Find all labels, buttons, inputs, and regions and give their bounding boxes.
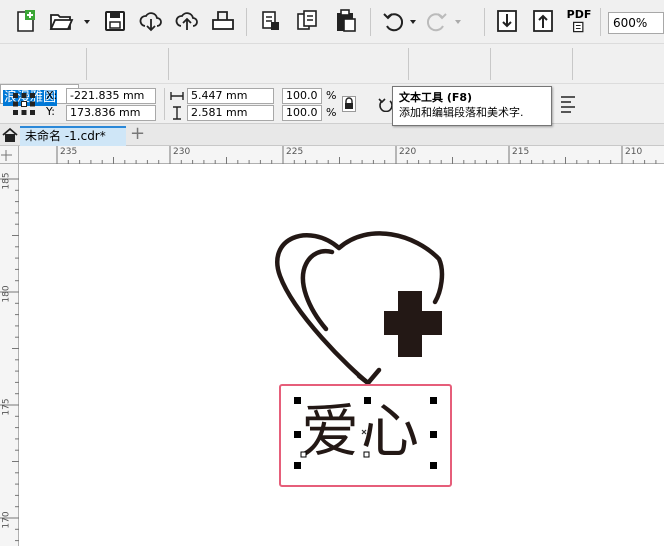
cloud-upload-icon — [175, 12, 198, 30]
ruler-tick-label: 230 — [173, 147, 191, 157]
print-button[interactable] — [208, 6, 238, 36]
heart-tip — [356, 367, 382, 386]
height-field[interactable]: 2.581 mm — [187, 105, 274, 121]
coreldraw-window: PDF 600% X: -221.835 mm Y: 173.836 mm 5.… — [0, 0, 664, 546]
import-arrow-icon — [497, 10, 517, 32]
tooltip-description: 添加和编辑段落和美术字. — [399, 106, 524, 119]
open-button[interactable] — [46, 6, 76, 36]
artwork-text[interactable]: 爱心 — [301, 393, 421, 469]
print-icon — [212, 11, 234, 30]
pdf-label: PDF — [566, 8, 592, 21]
align-icon[interactable] — [560, 94, 576, 114]
toolbox-separator — [490, 48, 491, 80]
scale-x-field[interactable]: 100.0 — [282, 88, 322, 104]
ruler-tick-label: 225 — [286, 147, 304, 157]
reference-point-icon[interactable] — [12, 92, 36, 116]
undo-dropdown-arrow[interactable] — [410, 20, 416, 24]
lock-ratio-button[interactable] — [342, 96, 356, 112]
toolbox-separator — [408, 48, 409, 80]
zoom-level-field[interactable]: 600% — [608, 12, 664, 34]
vertical-ruler[interactable]: 185 180 175 170 — [0, 164, 19, 546]
drawing-canvas[interactable]: 爱心 — [19, 164, 664, 546]
height-icon — [173, 106, 181, 120]
pdf-icon — [573, 21, 584, 33]
x-label: X: — [46, 89, 58, 102]
import-file-button[interactable] — [492, 6, 522, 36]
redo-dropdown-arrow[interactable] — [455, 20, 461, 24]
toolbar-separator — [484, 8, 485, 36]
add-tab-button[interactable]: + — [130, 124, 145, 144]
ruler-tick-label: 220 — [399, 147, 417, 157]
undo-button[interactable] — [378, 6, 408, 36]
export-file-button[interactable] — [528, 6, 558, 36]
scale-y-field[interactable]: 100.0 — [282, 105, 322, 121]
open-folder-icon — [49, 14, 74, 30]
width-icon — [170, 92, 184, 100]
ruler-tick-label: 210 — [625, 147, 643, 157]
toolbar-separator — [600, 8, 601, 36]
clipboard-icon — [262, 11, 279, 30]
ruler-tick-label: 170 — [1, 511, 12, 529]
save-icon — [105, 11, 125, 31]
publish-pdf-button[interactable]: PDF — [564, 6, 594, 36]
copy-properties-button[interactable] — [256, 6, 286, 36]
undo-icon — [383, 13, 404, 32]
export-arrow-icon — [533, 10, 553, 32]
cloud-download-icon — [139, 12, 162, 32]
ruler-corner[interactable] — [0, 146, 19, 164]
toolbar-separator — [246, 8, 247, 36]
toolbox: 字 — [0, 44, 664, 125]
import-button[interactable] — [136, 6, 166, 36]
property-separator — [164, 88, 165, 120]
y-label: Y: — [46, 105, 55, 118]
new-document-icon — [17, 10, 35, 32]
ruler-tick-label: 180 — [1, 285, 12, 303]
redo-button[interactable] — [422, 6, 452, 36]
paste-button[interactable] — [292, 6, 322, 36]
document-tab[interactable]: 未命名 -1.cdr* — [20, 126, 126, 146]
paste-icon — [297, 10, 317, 30]
standard-toolbar: PDF 600% — [0, 0, 664, 44]
new-document-button[interactable] — [10, 6, 40, 36]
horizontal-ruler[interactable]: 235 230 225 220 215 210 — [19, 146, 664, 164]
scale-x-percent: % — [326, 89, 337, 102]
ruler-tick-label: 215 — [512, 147, 530, 157]
toolbox-separator — [572, 48, 573, 80]
toolbox-separator — [168, 48, 169, 80]
scale-y-percent: % — [326, 106, 337, 119]
export-button[interactable] — [172, 6, 202, 36]
open-dropdown-arrow[interactable] — [84, 20, 90, 24]
clipboard-paste-icon — [337, 9, 356, 32]
y-position-field[interactable]: 173.836 mm — [66, 105, 156, 121]
ruler-tick-label: 175 — [1, 398, 12, 416]
redo-icon — [426, 13, 447, 32]
property-bar: X: -221.835 mm Y: 173.836 mm 5.447 mm 2.… — [0, 84, 664, 124]
tooltip-title: 文本工具 (F8) — [399, 91, 473, 104]
save-button[interactable] — [100, 6, 130, 36]
ruler-tick-label: 235 — [60, 147, 78, 157]
lock-icon — [342, 96, 356, 112]
text-tool-tooltip: 文本工具 (F8) 添加和编辑段落和美术字. — [392, 86, 552, 126]
home-icon[interactable] — [2, 127, 18, 143]
toolbox-separator — [86, 48, 87, 80]
width-field[interactable]: 5.447 mm — [187, 88, 274, 104]
clipboard-button[interactable] — [330, 6, 360, 36]
x-position-field[interactable]: -221.835 mm — [66, 88, 156, 104]
toolbar-separator — [370, 8, 371, 36]
ruler-tick-label: 185 — [1, 172, 12, 190]
